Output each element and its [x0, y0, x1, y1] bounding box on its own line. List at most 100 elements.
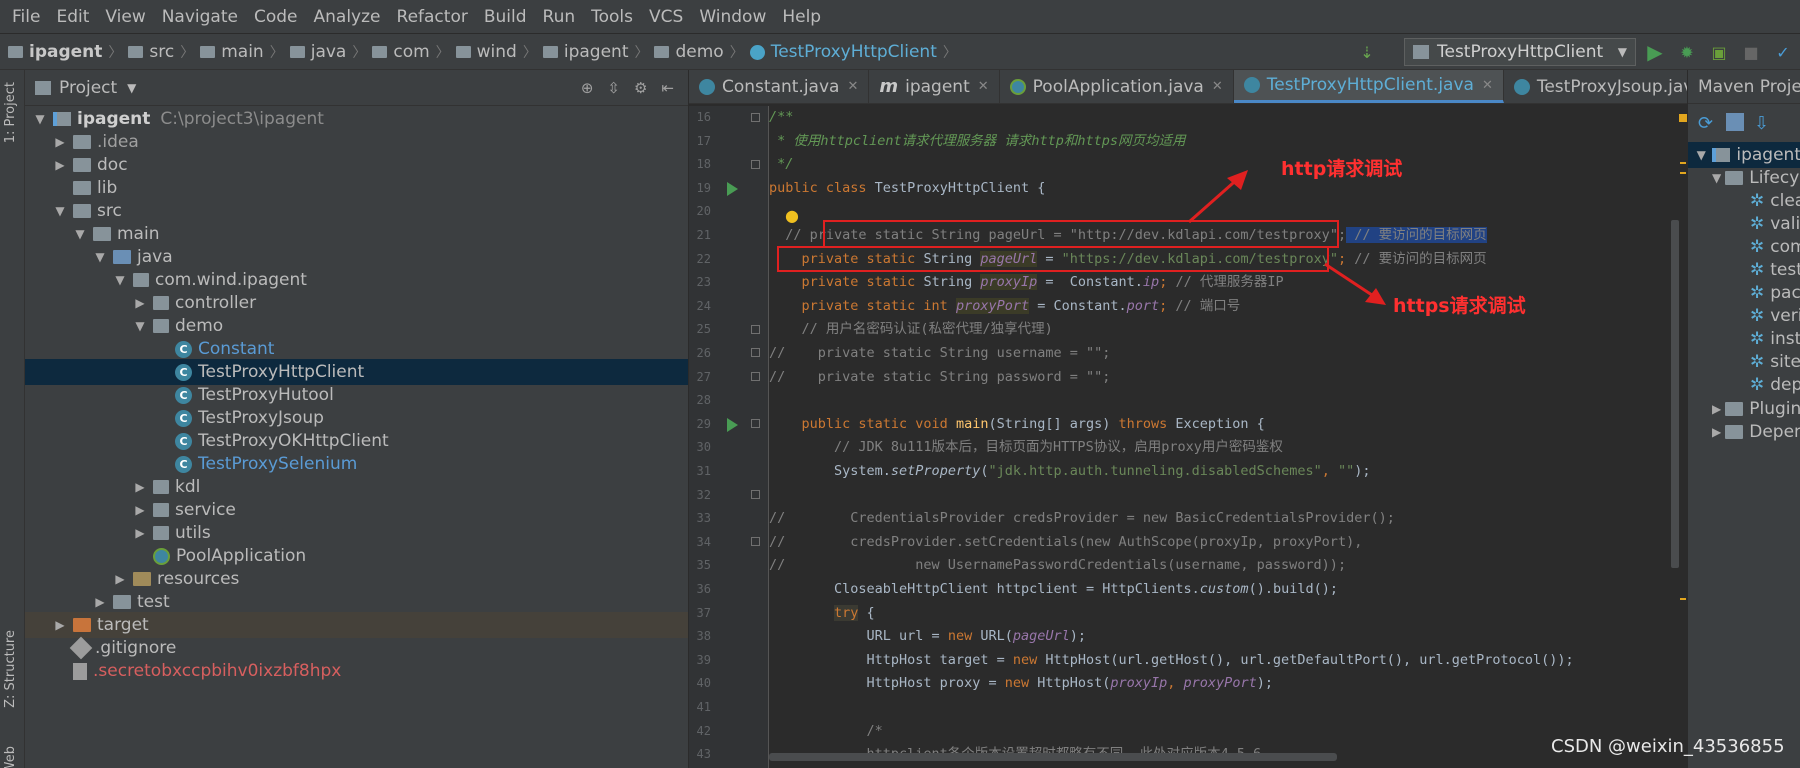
maven-icon: m [879, 76, 899, 97]
menu-edit[interactable]: Edit [48, 7, 97, 27]
class-icon: C [175, 386, 192, 404]
breadcrumb-item[interactable]: ipagent [542, 42, 628, 62]
refresh-icon[interactable]: ⟳ [1698, 113, 1716, 134]
collapsed-arrow-icon[interactable]: ▶ [111, 572, 129, 586]
breadcrumb-item[interactable]: TestProxyHttpClient [749, 42, 937, 62]
collapsed-arrow-icon[interactable]: ▶ [91, 595, 109, 609]
maven-goal[interactable]: ✲deploy [1688, 372, 1800, 398]
web-tool-tab[interactable]: Web [3, 746, 18, 768]
line-number: 16 [696, 110, 711, 124]
collapsed-arrow-icon[interactable]: ▶ [1712, 425, 1721, 439]
coverage-icon[interactable]: ▣ [1706, 39, 1732, 65]
gear-icon[interactable]: ⚙ [634, 79, 647, 97]
code-editor: Constant.java ✕ m ipagent ✕ PoolApplication… [689, 70, 1759, 768]
watermark: CSDN @weixin_43536855 [1551, 736, 1785, 757]
fold-icon[interactable] [751, 348, 760, 357]
expanded-arrow-icon[interactable]: ▼ [131, 319, 149, 333]
menu-file[interactable]: File [4, 7, 48, 27]
close-icon[interactable]: ✕ [1212, 79, 1223, 94]
collapse-all-icon[interactable]: ⇳ [607, 79, 620, 97]
tab-constant-java[interactable]: Constant.java ✕ [689, 70, 870, 103]
project-view-select[interactable]: Project [59, 78, 117, 98]
tab-testproxyhttpclient-java[interactable]: TestProxyHttpClient.java ✕ [1233, 70, 1504, 103]
fold-icon[interactable] [751, 160, 760, 169]
tree-item[interactable]: .secretobxccpbihv0ixzbf8hpx [25, 658, 688, 684]
expanded-arrow-icon[interactable]: ▼ [51, 204, 69, 218]
vertical-scrollbar[interactable] [1671, 220, 1679, 568]
breadcrumb-item[interactable]: demo [654, 42, 724, 62]
menu-help[interactable]: Help [774, 7, 829, 27]
collapsed-arrow-icon[interactable]: ▶ [51, 618, 69, 632]
fold-icon[interactable] [751, 490, 760, 499]
stop-icon[interactable]: ■ [1738, 39, 1764, 65]
fold-icon[interactable] [751, 537, 760, 546]
close-icon[interactable]: ✕ [1482, 78, 1493, 93]
expanded-arrow-icon[interactable]: ▼ [31, 112, 49, 126]
gear-icon: ✲ [1750, 306, 1765, 326]
generate-sources-icon[interactable] [1726, 113, 1744, 131]
structure-tool-tab[interactable]: Z: Structure [3, 630, 18, 708]
collapsed-arrow-icon[interactable]: ▶ [131, 526, 149, 540]
run-icon[interactable]: ▶ [1642, 39, 1668, 65]
close-icon[interactable]: ✕ [847, 79, 858, 94]
collapsed-arrow-icon[interactable]: ▶ [51, 135, 69, 149]
menu-vcs[interactable]: VCS [641, 7, 691, 27]
fold-icon[interactable] [751, 113, 760, 122]
menu-navigate[interactable]: Navigate [154, 7, 246, 27]
build-icon[interactable]: ⇣ [1354, 39, 1380, 65]
menu-view[interactable]: View [97, 7, 153, 27]
folder-icon [113, 595, 131, 609]
collapsed-arrow-icon[interactable]: ▶ [1712, 402, 1721, 416]
maven-toolbar: ⟳ ⇩ [1688, 104, 1800, 140]
collapsed-arrow-icon[interactable]: ▶ [131, 503, 149, 517]
fold-icon[interactable] [751, 372, 760, 381]
project-icon [35, 80, 51, 95]
chevron-down-icon[interactable]: ▼ [127, 81, 136, 95]
breadcrumb-item[interactable]: src [128, 42, 174, 62]
expanded-arrow-icon[interactable]: ▼ [91, 250, 109, 264]
menu-analyze[interactable]: Analyze [306, 7, 389, 27]
menu-code[interactable]: Code [246, 7, 306, 27]
maven-dependencies-item[interactable]: ▶Dependencies [1688, 419, 1800, 445]
class-icon [1243, 77, 1260, 93]
expanded-arrow-icon[interactable]: ▼ [111, 273, 129, 287]
expanded-arrow-icon[interactable]: ▼ [71, 227, 89, 241]
fold-icon[interactable] [751, 325, 760, 334]
collapsed-arrow-icon[interactable]: ▶ [131, 480, 149, 494]
fold-icon[interactable] [751, 419, 760, 428]
debug-icon[interactable]: ✹ [1674, 39, 1700, 65]
menu-run[interactable]: Run [535, 7, 584, 27]
breadcrumb-item[interactable]: wind [455, 42, 517, 62]
menu-build[interactable]: Build [476, 7, 535, 27]
breadcrumb-item[interactable]: ipagent [8, 42, 102, 62]
close-icon[interactable]: ✕ [978, 79, 989, 94]
menu-refactor[interactable]: Refactor [389, 7, 476, 27]
tab-poolapplication-java[interactable]: PoolApplication.java ✕ [1000, 70, 1234, 103]
run-main-icon[interactable] [727, 418, 738, 432]
breadcrumb-item[interactable]: java [289, 42, 346, 62]
folder-icon [128, 46, 144, 58]
warning-marker[interactable] [1680, 162, 1686, 164]
project-tool-tab[interactable]: 1: Project [3, 82, 18, 143]
collapsed-arrow-icon[interactable]: ▶ [131, 296, 149, 310]
download-icon[interactable]: ⇩ [1754, 113, 1772, 134]
run-configuration-select[interactable]: TestProxyHttpClient ▼ [1404, 38, 1636, 66]
locate-icon[interactable]: ⊕ [581, 79, 594, 97]
hide-icon[interactable]: ⇤ [661, 79, 674, 97]
tab-ipagent-pom[interactable]: m ipagent ✕ [869, 70, 1000, 103]
warning-marker[interactable] [1680, 598, 1686, 600]
code-area[interactable]: /** * 使用httpclient请求代理服务器 请求http和https网页… [769, 106, 1687, 768]
run-class-icon[interactable] [727, 182, 738, 196]
collapsed-arrow-icon[interactable]: ▶ [51, 158, 69, 172]
menu-tools[interactable]: Tools [583, 7, 641, 27]
vcs-update-icon[interactable]: ✓ [1770, 39, 1796, 65]
breadcrumb-item[interactable]: main [200, 42, 264, 62]
breadcrumb-item[interactable]: com [372, 42, 430, 62]
horizontal-scrollbar[interactable] [769, 753, 1337, 761]
warning-indicator-icon[interactable] [1679, 114, 1687, 122]
expanded-arrow-icon[interactable]: ▼ [1712, 171, 1721, 185]
expanded-arrow-icon[interactable]: ▼ [1694, 148, 1708, 162]
warning-marker[interactable] [1680, 172, 1686, 174]
menu-window[interactable]: Window [691, 7, 774, 27]
line-number: 23 [696, 275, 711, 290]
